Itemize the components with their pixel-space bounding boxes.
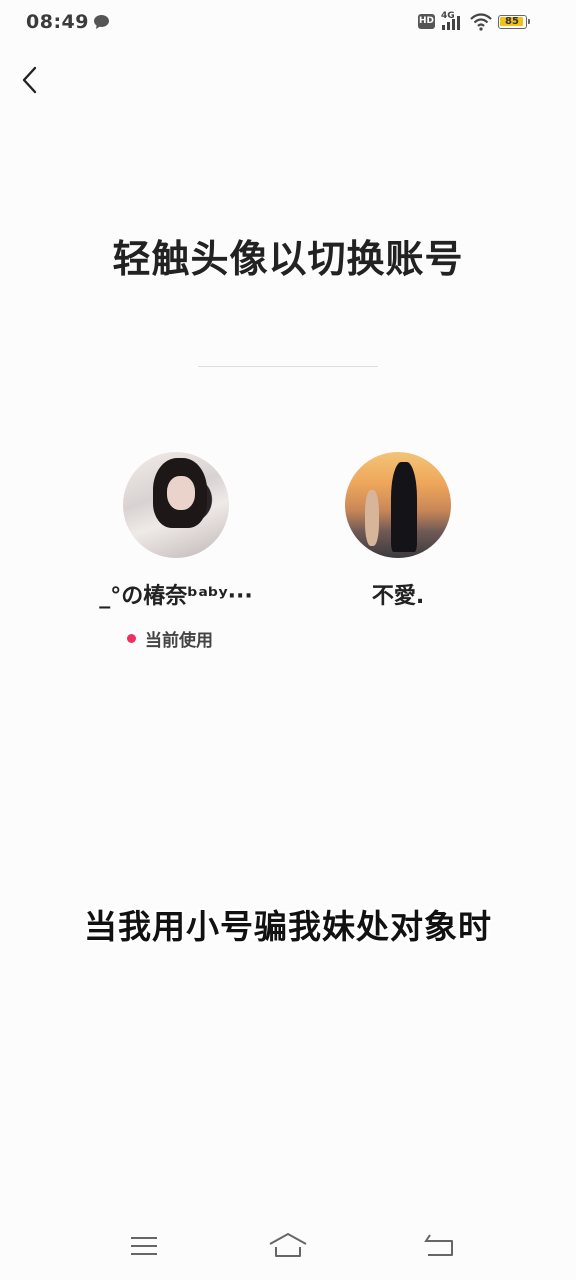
chat-bubble-icon <box>94 15 109 29</box>
wifi-icon <box>470 13 492 31</box>
status-time: 08:49 <box>26 11 89 33</box>
status-dot-icon <box>127 634 136 643</box>
battery-icon: 85 <box>498 15 530 29</box>
hd-icon: HD <box>418 14 435 29</box>
account-name: _°の椿奈ᵇᵃᵇʸ··· <box>99 584 253 609</box>
page-title: 轻触头像以切换账号 <box>112 237 464 281</box>
back-button[interactable] <box>14 62 50 98</box>
nav-home-button[interactable] <box>268 1230 308 1264</box>
nav-menu-button[interactable] <box>124 1230 164 1264</box>
account-item-other[interactable]: 不愛. <box>288 452 508 610</box>
signal-icon <box>442 16 460 30</box>
back-arrow-icon <box>424 1234 453 1256</box>
account-item-current[interactable]: _°の椿奈ᵇᵃᵇʸ··· 当前使用 <box>66 452 286 651</box>
nav-back-button[interactable] <box>420 1230 460 1264</box>
chevron-left-icon <box>22 66 37 94</box>
home-icon <box>269 1233 307 1257</box>
avatar[interactable] <box>345 452 451 558</box>
current-account-badge: 当前使用 <box>66 626 286 651</box>
avatar[interactable] <box>123 452 229 558</box>
menu-icon <box>131 1237 157 1255</box>
divider <box>198 366 378 367</box>
battery-level: 85 <box>505 16 519 27</box>
navigation-bar <box>0 1214 576 1280</box>
account-name: 不愛. <box>371 584 425 609</box>
video-caption: 当我用小号骗我妹处对象时 <box>84 907 492 946</box>
current-account-label: 当前使用 <box>145 631 213 651</box>
status-bar: 08:49 HD 4G 85 <box>0 0 576 44</box>
